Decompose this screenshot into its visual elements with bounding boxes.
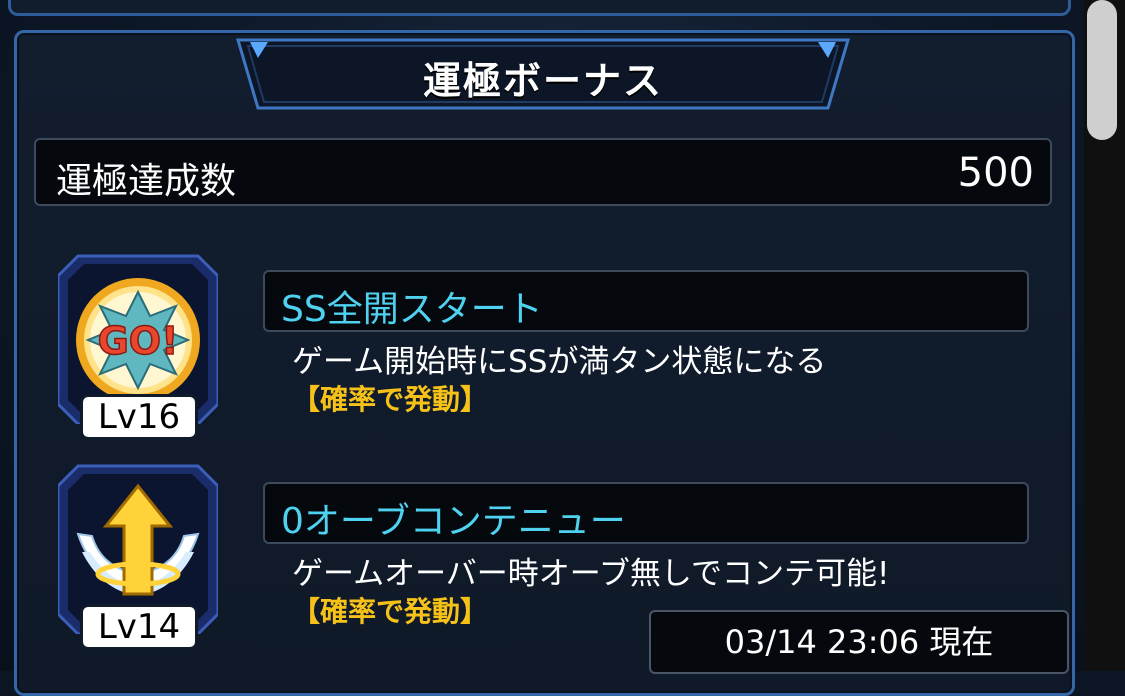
luck-count-label: 運極達成数	[56, 161, 237, 202]
ability-note: 【確率で発動】	[292, 383, 489, 416]
scrollbar-thumb[interactable]	[1087, 0, 1117, 140]
ability-description: ゲームオーバー時オーブ無しでコンテ可能!	[292, 556, 890, 592]
ability-name: 0オーブコンテニュー	[281, 501, 626, 542]
level-badge: Lv16	[80, 394, 198, 440]
timestamp-label: 03/14 23:06 現在	[649, 610, 1069, 674]
ability-name-box: SS全開スタート	[263, 270, 1029, 332]
ability-name-box: 0オーブコンテニュー	[263, 482, 1029, 544]
luck-count-value: 500	[957, 150, 1034, 196]
level-badge: Lv14	[80, 604, 198, 650]
ability-name: SS全開スタート	[281, 289, 543, 330]
previous-panel-edge	[8, 0, 1071, 16]
ability-icon-go[interactable]: GO! Lv16	[58, 254, 218, 444]
ability-description: ゲーム開始時にSSが満タン状態になる	[292, 344, 827, 380]
ability-icon-continue[interactable]: Lv14	[58, 464, 218, 654]
svg-text:GO!: GO!	[98, 319, 179, 363]
panel-header: 運極ボーナス	[228, 36, 858, 112]
luck-count-row: 運極達成数 500	[34, 138, 1052, 206]
ability-note: 【確率で発動】	[292, 595, 489, 628]
panel-title: 運極ボーナス	[422, 58, 663, 103]
